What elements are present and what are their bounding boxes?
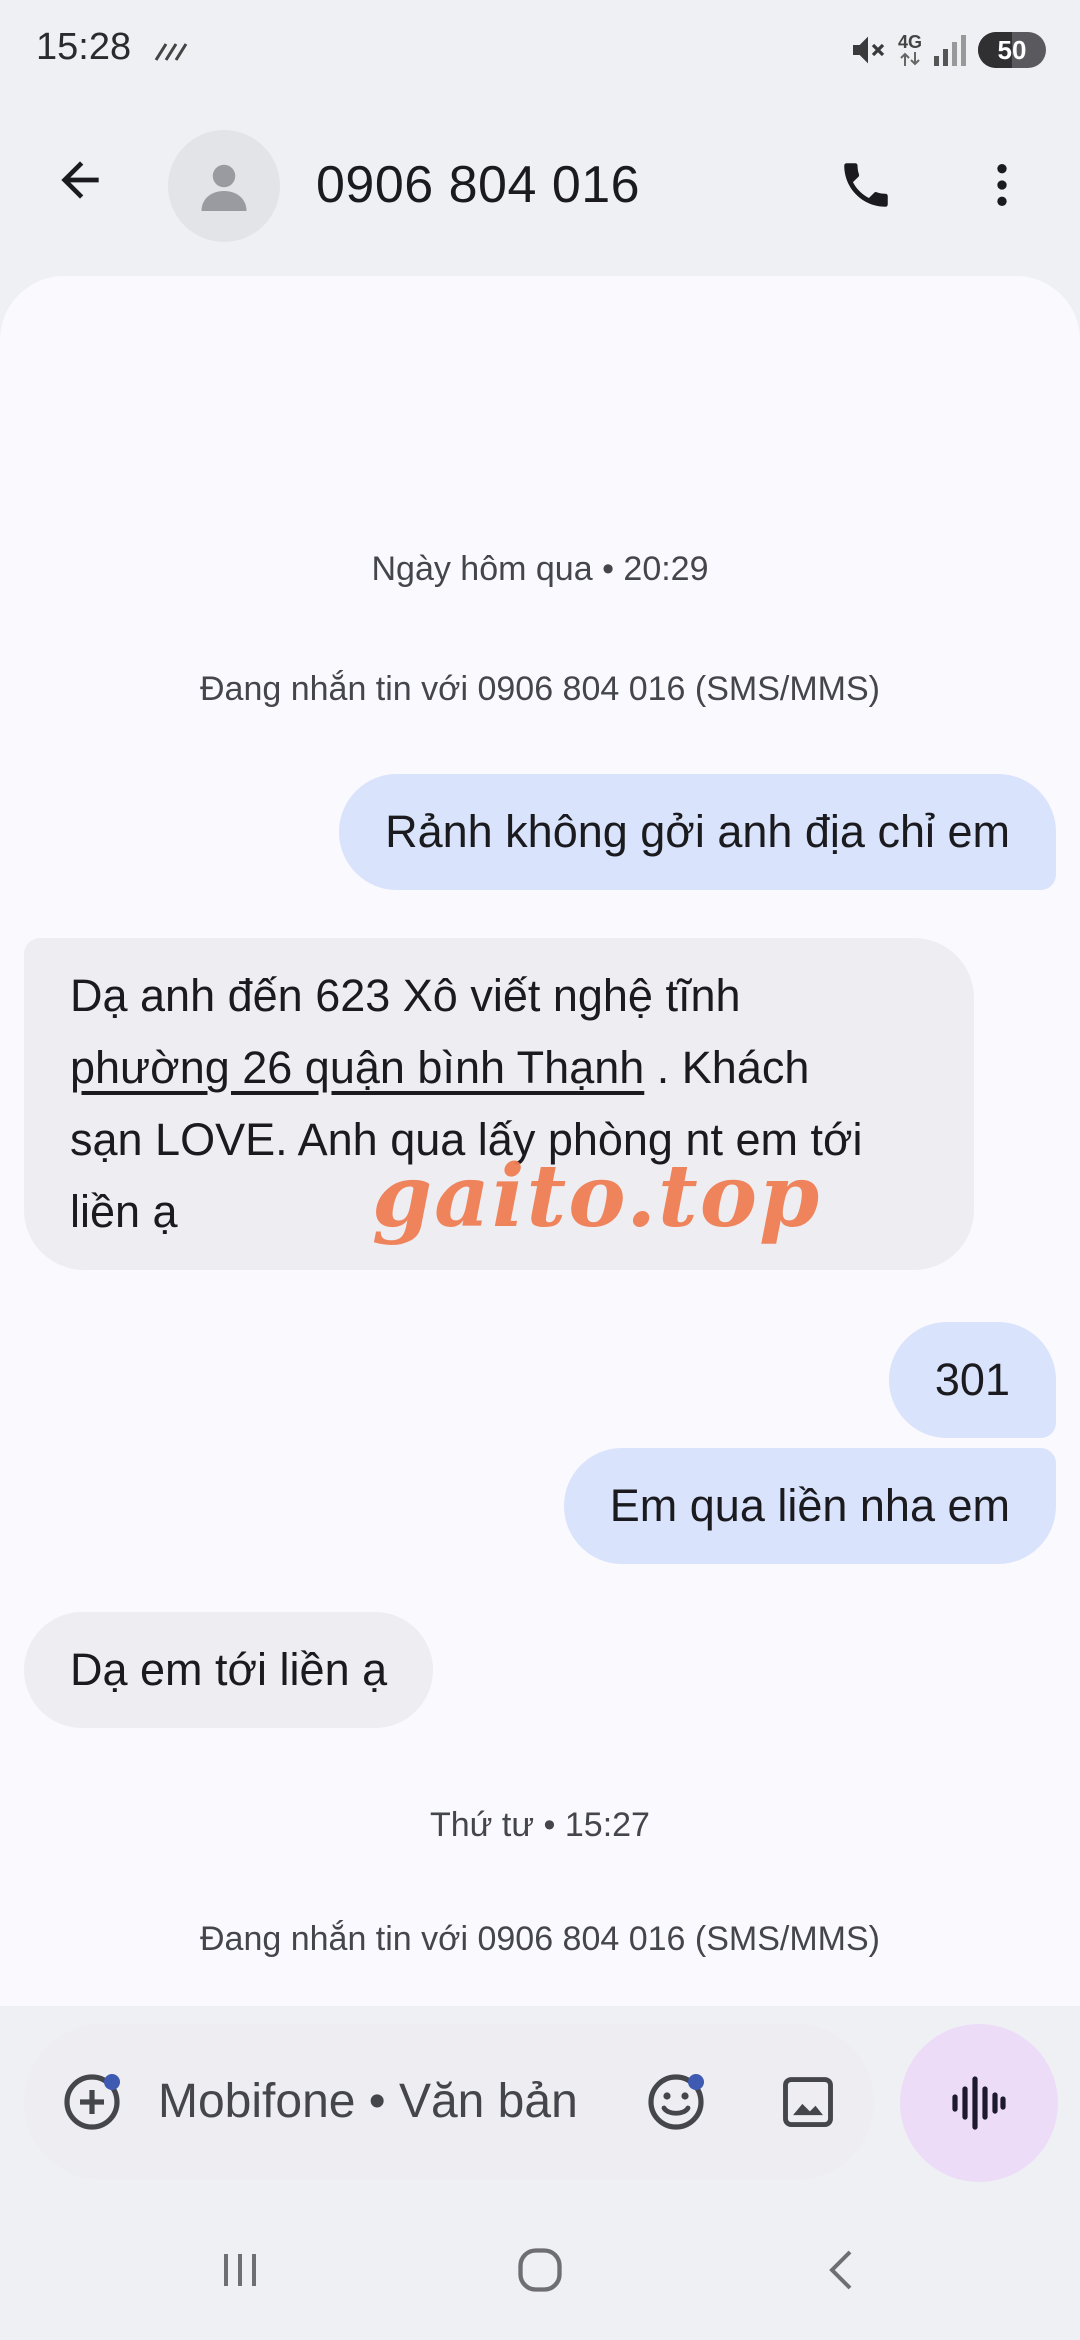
nav-back-button[interactable] <box>802 2230 882 2310</box>
message-text: Dạ em tới liền ạ <box>70 1644 388 1695</box>
message-bubble-outgoing[interactable]: Em qua liền nha em <box>563 1448 1056 1564</box>
message-bubble-outgoing[interactable]: Rảnh không gởi anh địa chỉ em <box>339 774 1056 890</box>
back-button[interactable] <box>40 140 120 220</box>
add-attachment-button[interactable] <box>56 2066 128 2138</box>
back-arrow-icon <box>61 161 99 199</box>
mute-icon <box>852 36 885 64</box>
data-arrows-icon <box>900 52 920 66</box>
status-bar: 15:28 4G 50 <box>0 0 1080 100</box>
message-text-line: phường 26 quận bình Thạnh . Khách <box>70 1032 928 1104</box>
sms-info-label: Đang nhắn tin với 0906 804 016 (SMS/MMS) <box>200 1920 880 1958</box>
message-text-line: Dạ anh đến 623 Xô viết nghệ tĩnh <box>70 970 741 1021</box>
home-icon <box>518 2248 562 2292</box>
person-icon <box>201 164 247 211</box>
recent-apps-icon <box>224 2254 256 2286</box>
message-text-fragment: . Khách <box>644 1042 810 1093</box>
battery-label: 50 <box>997 34 1027 65</box>
gallery-button[interactable] <box>772 2066 844 2138</box>
avatar[interactable] <box>168 130 280 242</box>
gallery-icon <box>783 2077 833 2127</box>
system-navigation-bar <box>0 2200 1080 2340</box>
message-text: Rảnh không gởi anh địa chỉ em <box>385 806 1010 857</box>
compose-bar: Mobifone • Văn bản <box>24 2024 874 2180</box>
sms-info-label: Đang nhắn tin với 0906 804 016 (SMS/MMS) <box>200 670 880 708</box>
voice-message-button[interactable] <box>900 2024 1058 2182</box>
date-divider: Ngày hôm qua • 20:29 <box>371 550 709 588</box>
message-bubble-incoming[interactable]: Dạ em tới liền ạ <box>24 1612 434 1728</box>
battery-indicator: 50 <box>978 32 1046 68</box>
voice-message-icon <box>952 2076 1006 2130</box>
phone-icon <box>844 163 888 207</box>
watermark: gaito.top <box>372 1146 822 1247</box>
more-vert-icon <box>997 164 1007 206</box>
signal-icon <box>934 35 966 66</box>
conversation-header: 0906 804 016 <box>0 110 1080 260</box>
emoji-icon <box>648 2074 704 2130</box>
call-button[interactable] <box>826 145 906 225</box>
network-label: 4G <box>897 32 922 52</box>
message-bubble-outgoing[interactable]: 301 <box>888 1322 1056 1438</box>
emoji-button[interactable] <box>640 2066 712 2138</box>
status-icons: 4G 50 <box>848 28 1046 72</box>
home-button[interactable] <box>500 2230 580 2310</box>
status-time: 15:28 <box>36 26 132 68</box>
wifi-calling-icon <box>154 43 188 61</box>
add-attachment-icon <box>64 2074 120 2130</box>
contact-title[interactable]: 0906 804 016 <box>316 155 640 215</box>
network-type: 4G <box>898 33 922 67</box>
recent-apps-button[interactable] <box>200 2230 280 2310</box>
message-text: 301 <box>934 1354 1010 1405</box>
nav-back-icon <box>829 2250 852 2290</box>
message-text: Em qua liền nha em <box>609 1480 1010 1531</box>
address-link[interactable]: phường 26 quận bình Thạnh <box>70 1042 644 1093</box>
message-input[interactable]: Mobifone • Văn bản <box>158 2074 578 2129</box>
more-options-button[interactable] <box>962 145 1042 225</box>
date-divider: Thứ tư • 15:27 <box>430 1806 650 1844</box>
